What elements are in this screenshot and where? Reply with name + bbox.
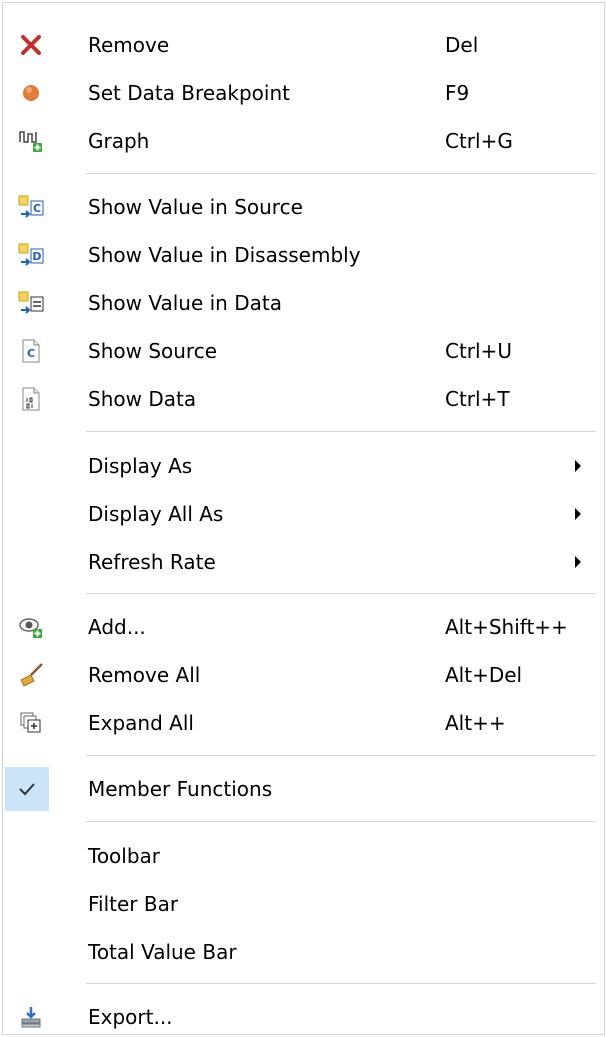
breakpoint-icon <box>13 75 49 111</box>
expand-all-icon <box>13 705 49 741</box>
menu-item-add[interactable]: Add... Alt+Shift++ <box>3 603 604 651</box>
menu-item-shortcut: Ctrl+T <box>445 387 510 411</box>
menu-item-toolbar[interactable]: Toolbar <box>3 832 604 880</box>
menu-item-shortcut: F9 <box>445 81 470 105</box>
menu-item-label: Export... <box>88 1005 173 1029</box>
context-menu: Remove Del Set Data Breakpoint F9 Graph … <box>2 2 605 1035</box>
menu-separator <box>86 983 596 984</box>
menu-item-label: Show Value in Disassembly <box>88 243 361 267</box>
submenu-arrow-icon <box>575 460 581 472</box>
submenu-arrow-icon <box>575 508 581 520</box>
graph-add-icon <box>13 123 49 159</box>
show-value-data-icon <box>13 285 49 321</box>
menu-item-display-as[interactable]: Display As <box>3 442 604 490</box>
menu-item-shortcut: Alt+Shift++ <box>445 615 568 639</box>
menu-item-label: Expand All <box>88 711 194 735</box>
menu-item-show-data[interactable]: Show Data Ctrl+T <box>3 375 604 423</box>
menu-item-label: Show Value in Data <box>88 291 282 315</box>
menu-item-show-source[interactable]: C Show Source Ctrl+U <box>3 327 604 375</box>
broom-icon <box>13 657 49 693</box>
menu-item-show-value-in-data[interactable]: Show Value in Data <box>3 279 604 327</box>
menu-item-set-data-breakpoint[interactable]: Set Data Breakpoint F9 <box>3 69 604 117</box>
menu-item-filter-bar[interactable]: Filter Bar <box>3 880 604 928</box>
show-value-disassembly-icon: D <box>13 237 49 273</box>
menu-separator <box>86 431 596 432</box>
menu-item-shortcut: Ctrl+U <box>445 339 512 363</box>
menu-item-export[interactable]: Export... <box>3 993 604 1037</box>
remove-x-icon <box>13 27 49 63</box>
menu-item-label: Show Value in Source <box>88 195 303 219</box>
source-file-icon: C <box>13 333 49 369</box>
menu-item-label: Member Functions <box>88 777 273 801</box>
menu-item-label: Set Data Breakpoint <box>88 81 290 105</box>
data-file-icon <box>13 381 49 417</box>
svg-text:C: C <box>33 202 41 215</box>
menu-separator <box>86 821 596 822</box>
menu-item-refresh-rate[interactable]: Refresh Rate <box>3 538 604 586</box>
menu-item-label: Total Value Bar <box>88 940 237 964</box>
menu-item-shortcut: Del <box>445 33 479 57</box>
menu-separator <box>86 173 596 174</box>
menu-separator <box>86 593 596 594</box>
menu-item-member-functions[interactable]: Member Functions <box>3 765 604 813</box>
menu-item-remove-all[interactable]: Remove All Alt+Del <box>3 651 604 699</box>
menu-item-label: Filter Bar <box>88 892 179 916</box>
menu-item-expand-all[interactable]: Expand All Alt++ <box>3 699 604 747</box>
menu-item-label: Remove All <box>88 663 201 687</box>
menu-separator <box>86 755 596 756</box>
menu-item-label: Remove <box>88 33 170 57</box>
svg-text:C: C <box>27 347 35 360</box>
menu-item-label: Toolbar <box>88 844 161 868</box>
menu-item-label: Graph <box>88 129 150 153</box>
menu-item-total-value-bar[interactable]: Total Value Bar <box>3 928 604 976</box>
menu-item-graph[interactable]: Graph Ctrl+G <box>3 117 604 165</box>
export-icon <box>13 999 49 1035</box>
menu-item-label: Display As <box>88 454 193 478</box>
menu-item-label: Add... <box>88 615 146 639</box>
menu-item-remove[interactable]: Remove Del <box>3 21 604 69</box>
menu-item-label: Show Source <box>88 339 218 363</box>
menu-item-display-all-as[interactable]: Display All As <box>3 490 604 538</box>
menu-item-shortcut: Ctrl+G <box>445 129 513 153</box>
menu-item-shortcut: Alt+Del <box>445 663 523 687</box>
checkmark-icon <box>5 767 49 811</box>
show-value-source-icon: C <box>13 189 49 225</box>
menu-item-label: Display All As <box>88 502 224 526</box>
menu-item-label: Refresh Rate <box>88 550 216 574</box>
menu-item-show-value-in-disassembly[interactable]: D Show Value in Disassembly <box>3 231 604 279</box>
svg-text:D: D <box>32 250 41 263</box>
watch-add-icon <box>13 609 49 645</box>
menu-item-shortcut: Alt++ <box>445 711 506 735</box>
submenu-arrow-icon <box>575 556 581 568</box>
menu-item-show-value-in-source[interactable]: C Show Value in Source <box>3 183 604 231</box>
menu-item-label: Show Data <box>88 387 197 411</box>
